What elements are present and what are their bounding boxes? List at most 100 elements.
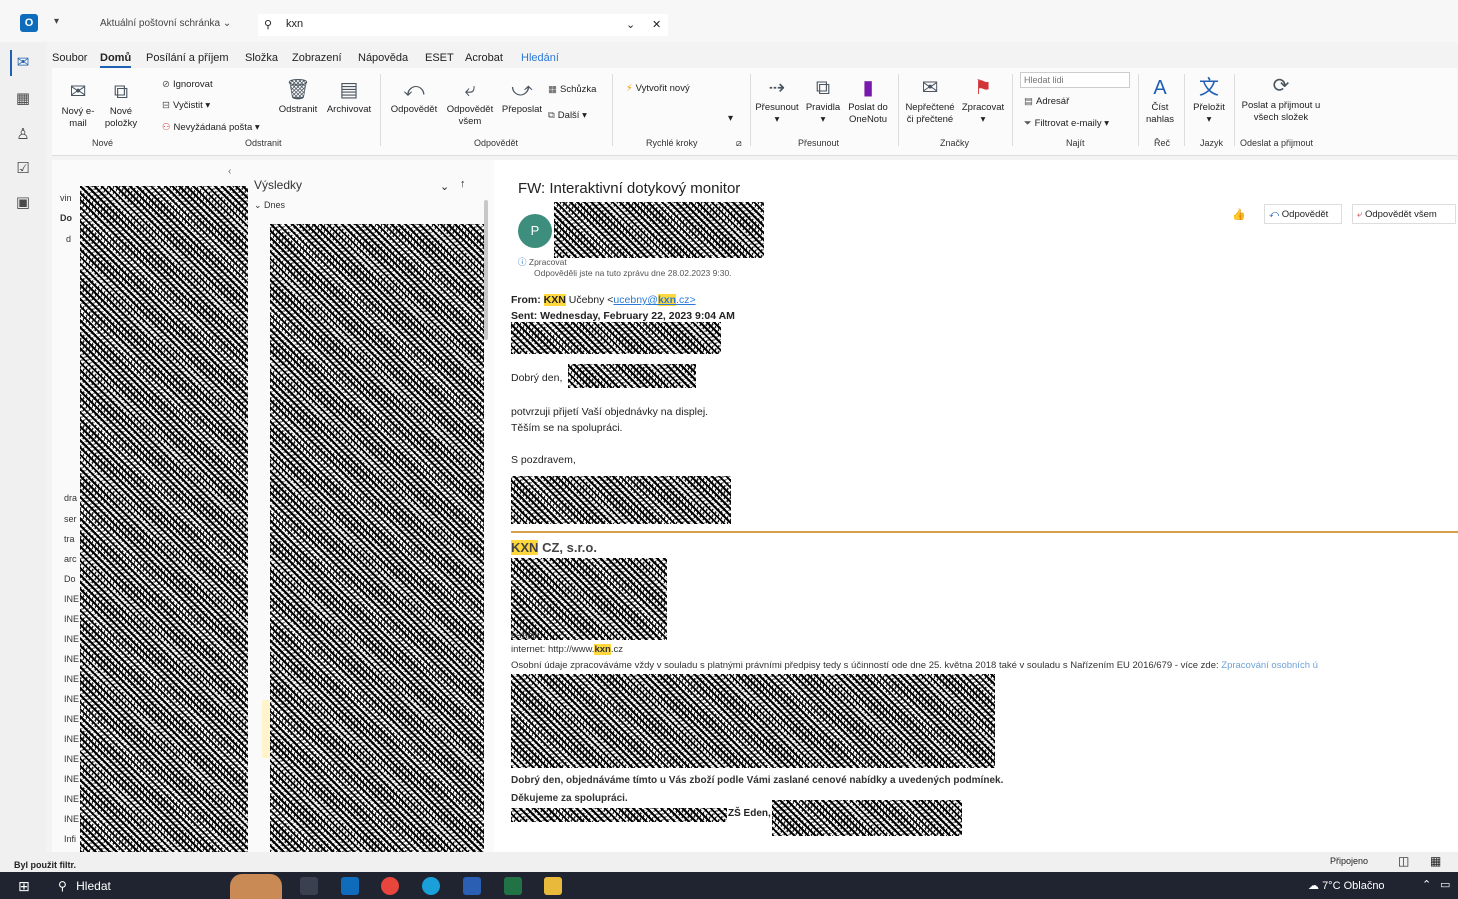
chrome-icon[interactable] [381, 877, 399, 895]
folder-item[interactable]: vin [60, 193, 72, 203]
menu-eset[interactable]: ESET [425, 52, 454, 64]
tasks-icon[interactable]: ☑ [14, 160, 32, 178]
quick-steps-expand-icon[interactable]: ▾ [728, 113, 733, 124]
menu-hledani[interactable]: Hledání [521, 52, 559, 64]
new-items-button[interactable]: ⧉ Nové položky [100, 80, 142, 130]
unread-read-button[interactable]: ✉ Nepřečtené či přečtené [902, 76, 958, 126]
send-receive-all-button[interactable]: ⟳ Poslat a přijmout u všech složek [1238, 74, 1324, 124]
collapse-pane-icon[interactable]: ‹ [228, 166, 231, 177]
folder-item[interactable]: INE [64, 594, 79, 604]
folder-item[interactable]: d [66, 234, 71, 244]
folder-item[interactable]: arc [64, 554, 77, 564]
search-input[interactable]: ⚲ kxn ⌄ ✕ [258, 14, 668, 36]
find-people-input[interactable] [1020, 72, 1130, 88]
folder-item[interactable]: INE [64, 614, 79, 624]
reply-inline-label: Odpovědět [1281, 209, 1329, 220]
archive-button[interactable]: ▤ Archivovat [324, 78, 374, 116]
file-explorer-icon[interactable] [544, 877, 562, 895]
connection-status: Připojeno [1330, 856, 1369, 866]
reading-view-icon[interactable]: ▦ [1430, 854, 1441, 868]
process-flag-button[interactable]: ⚑ Zpracovat ▾ [960, 76, 1006, 126]
group-today[interactable]: ⌄ Dnes [254, 200, 285, 211]
onenote-button[interactable]: ▮ Poslat do OneNotu [844, 76, 892, 126]
address-book-button[interactable]: ▤ Adresář [1024, 96, 1069, 107]
from-email-user[interactable]: ucebny@ [613, 294, 658, 306]
from-email-tld[interactable]: .cz> [676, 294, 696, 306]
reply-button[interactable]: ⤺ Odpovědět [388, 78, 440, 116]
meeting-button[interactable]: ▦ Schůzka [548, 84, 596, 95]
scrollbar[interactable] [484, 200, 488, 340]
folder-item[interactable]: dra [64, 493, 77, 503]
folder-item[interactable]: INE [64, 654, 79, 664]
close-search-icon[interactable]: ✕ [652, 18, 661, 31]
outlook-taskbar-icon[interactable] [341, 877, 359, 895]
search-scope-dropdown[interactable]: Aktuální poštovní schránka ⌄ [100, 18, 231, 29]
menu-posilani-prijem[interactable]: Posílání a příjem [146, 52, 229, 64]
folder-item[interactable]: Infi [64, 834, 76, 844]
folder-item[interactable]: INE [64, 674, 79, 684]
sort-dropdown-icon[interactable]: ⌄ [440, 180, 449, 193]
info-line: ⓘ Zpracovat [518, 256, 567, 268]
tray-chevron-icon[interactable]: ⌃ [1422, 878, 1431, 891]
like-icon[interactable]: 👍 [1232, 208, 1246, 221]
folder-item[interactable]: INE [64, 634, 79, 644]
reply-all-inline-button[interactable]: ⤶ Odpovědět všem [1352, 204, 1456, 224]
mail-icon[interactable]: ✉ [14, 54, 32, 72]
menu-slozka[interactable]: Složka [245, 52, 278, 64]
quick-step-create-new[interactable]: ⚡ Vytvořit nový [626, 83, 690, 94]
people-icon[interactable]: ♙ [14, 126, 32, 144]
ribbon-separator [1234, 74, 1235, 146]
folder-pane: ‹ [52, 160, 248, 872]
weather-widget[interactable]: ☁ 7°C Oblačno [1308, 879, 1385, 892]
gdpr-link[interactable]: Zpracování osobních ú [1221, 660, 1318, 671]
folder-item[interactable]: INE [64, 794, 79, 804]
more-respond-button[interactable]: ⧉ Další ▾ [548, 110, 587, 121]
sync-icon: ⟳ [1272, 75, 1290, 97]
task-view-icon[interactable] [300, 877, 318, 895]
move-button[interactable]: ⇢ Přesunout ▾ [754, 76, 800, 126]
reply-all-label: Odpovědět všem [446, 104, 494, 127]
taskbar-search[interactable]: ⚲ Hledat [58, 879, 111, 893]
edge-icon[interactable] [422, 877, 440, 895]
app-rail: ✉ ▦ ♙ ☑ ▣ [0, 42, 46, 872]
calendar-icon[interactable]: ▦ [14, 90, 32, 108]
reply-all-button[interactable]: ⤶ Odpovědět všem [444, 78, 496, 128]
menu-soubor[interactable]: Soubor [52, 52, 87, 64]
folder-item[interactable]: INE [64, 814, 79, 824]
apps-icon[interactable]: ▣ [14, 194, 32, 212]
folder-item[interactable]: INE [64, 694, 79, 704]
sort-direction-icon[interactable]: ↑ [460, 178, 466, 190]
menu-napoveda[interactable]: Nápověda [358, 52, 408, 64]
from-email-domain[interactable]: kxn [657, 294, 677, 306]
quick-access-chevron-icon[interactable]: ▾ [54, 16, 59, 27]
word-icon[interactable] [463, 877, 481, 895]
folder-item[interactable]: Do [64, 574, 76, 584]
folder-item[interactable]: INE [64, 754, 79, 764]
folder-item[interactable]: INE [64, 734, 79, 744]
menu-zobrazeni[interactable]: Zobrazení [292, 52, 342, 64]
network-icon[interactable]: ▭ [1440, 878, 1450, 891]
new-email-button[interactable]: ✉ Nový e-mail [58, 80, 98, 130]
read-aloud-button[interactable]: A Číst nahlas [1142, 76, 1178, 126]
folder-item[interactable]: ser [64, 514, 77, 524]
menu-domu[interactable]: Domů [100, 52, 132, 68]
cleanup-button[interactable]: ⊟ Vyčistit ▾ [162, 100, 210, 111]
ignore-button[interactable]: ⊘ Ignorovat [162, 79, 213, 90]
folder-item[interactable]: tra [64, 534, 75, 544]
folder-item[interactable]: INE [64, 774, 79, 784]
excel-icon[interactable] [504, 877, 522, 895]
translate-button[interactable]: 文 Přeložit ▾ [1188, 76, 1230, 126]
windows-start-icon[interactable]: ⊞ [18, 878, 30, 895]
rules-button[interactable]: ⧉ Pravidla ▾ [802, 76, 844, 126]
delete-button[interactable]: 🗑 Odstranit [276, 78, 320, 116]
reply-inline-button[interactable]: ⤺ Odpovědět [1264, 204, 1342, 224]
menu-acrobat[interactable]: Acrobat [465, 52, 503, 64]
filter-email-button[interactable]: ⏷ Filtrovat e-maily ▾ [1024, 118, 1109, 129]
folder-item[interactable]: INE [64, 714, 79, 724]
folder-item[interactable]: Do [60, 213, 72, 223]
search-expand-icon[interactable]: ⌄ [626, 18, 635, 31]
forward-button[interactable]: ⤻ Přeposlat [500, 78, 544, 116]
normal-view-icon[interactable]: ◫ [1398, 854, 1409, 868]
junk-button[interactable]: ⚇ Nevyžádaná pošta ▾ [162, 122, 260, 133]
dialog-launcher-icon[interactable]: ⧄ [736, 138, 742, 149]
